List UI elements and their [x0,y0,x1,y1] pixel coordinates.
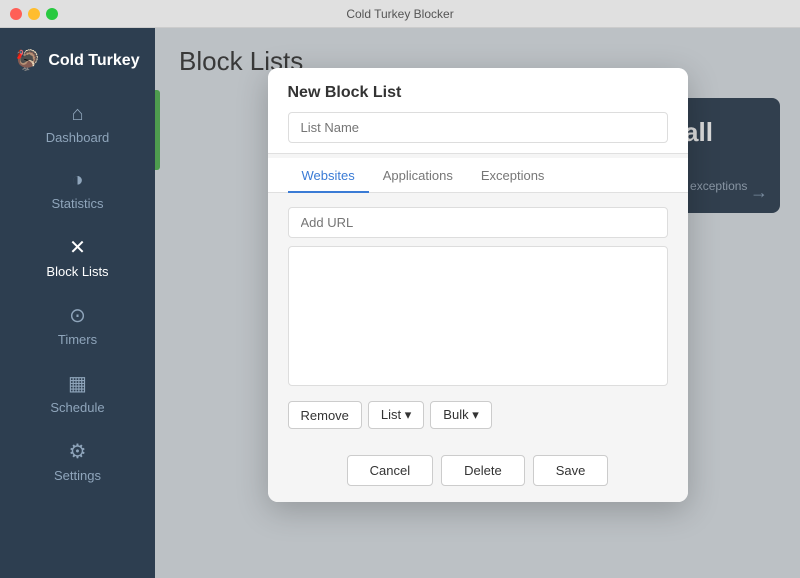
save-button[interactable]: Save [533,455,609,486]
schedule-label: Schedule [50,400,104,415]
brand-icon: 🦃 [15,48,40,73]
modal-footer: Cancel Delete Save [268,455,688,502]
minimize-button[interactable] [28,8,40,20]
action-buttons: Remove List ▾ Bulk ▾ [288,401,668,429]
dashboard-label: Dashboard [46,130,110,145]
sidebar-item-timers[interactable]: ⊙ Timers [0,291,155,359]
app-container: 🦃 Cold Turkey ⌂ Dashboard ◑ Statistics ✕… [0,28,800,578]
bulk-dropdown-button[interactable]: Bulk ▾ [430,401,491,429]
statistics-icon: ◑ [71,169,83,192]
sidebar: 🦃 Cold Turkey ⌂ Dashboard ◑ Statistics ✕… [0,28,155,578]
tab-exceptions[interactable]: Exceptions [467,158,559,193]
title-bar: Cold Turkey Blocker [0,0,800,28]
delete-button[interactable]: Delete [441,455,525,486]
settings-icon: ⚙ [69,439,87,464]
sidebar-item-block-lists[interactable]: ✕ Block Lists [0,223,155,291]
maximize-button[interactable] [46,8,58,20]
modal-title: New Block List [288,84,668,102]
sidebar-item-statistics[interactable]: ◑ Statistics [0,157,155,223]
remove-button[interactable]: Remove [288,401,362,429]
dashboard-icon: ⌂ [71,103,83,126]
brand-name: Cold Turkey [48,52,139,70]
settings-label: Settings [54,468,101,483]
main-content: ‹ Block Lists Block all sites sites, 0 a… [155,28,800,578]
sidebar-brand: 🦃 Cold Turkey [15,38,139,91]
block-lists-label: Block Lists [46,264,108,279]
cancel-button[interactable]: Cancel [347,455,433,486]
timers-icon: ⊙ [69,303,86,328]
modal-overlay: New Block List Websites Applications Exc… [155,28,800,578]
window-title: Cold Turkey Blocker [346,7,453,21]
block-lists-icon: ✕ [69,235,86,260]
close-button[interactable] [10,8,22,20]
new-block-list-modal: New Block List Websites Applications Exc… [268,68,688,502]
window-controls[interactable] [10,8,58,20]
url-list-textarea[interactable] [288,246,668,386]
sidebar-nav: ⌂ Dashboard ◑ Statistics ✕ Block Lists ⊙… [0,91,155,495]
timers-label: Timers [58,332,97,347]
tab-applications[interactable]: Applications [369,158,467,193]
sidebar-item-settings[interactable]: ⚙ Settings [0,427,155,495]
modal-header: New Block List [268,68,688,154]
statistics-label: Statistics [51,196,103,211]
schedule-icon: ▦ [68,371,87,396]
tab-websites[interactable]: Websites [288,158,369,193]
list-dropdown-button[interactable]: List ▾ [368,401,424,429]
list-name-input[interactable] [288,112,668,143]
modal-body: Remove List ▾ Bulk ▾ [268,193,688,455]
sidebar-item-dashboard[interactable]: ⌂ Dashboard [0,91,155,157]
add-url-input[interactable] [288,207,668,238]
modal-tabs: Websites Applications Exceptions [268,158,688,193]
sidebar-item-schedule[interactable]: ▦ Schedule [0,359,155,427]
